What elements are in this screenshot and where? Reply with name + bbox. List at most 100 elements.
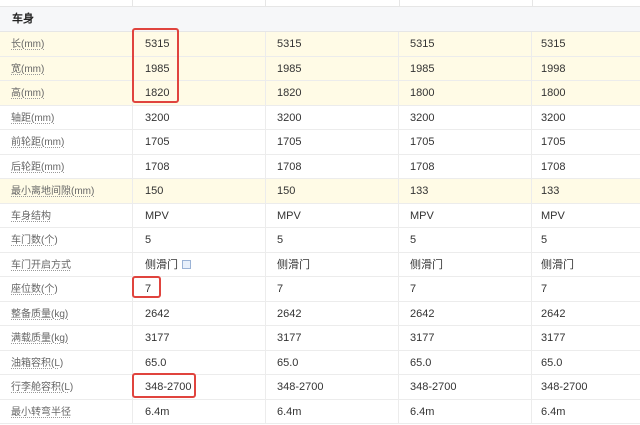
value-cell: 65.0 xyxy=(532,351,640,375)
row-label-cell: 行李舱容积(L) xyxy=(0,375,133,399)
spec-label-link[interactable]: 最小转弯半径 xyxy=(11,407,71,418)
value-cell: 1705 xyxy=(266,130,399,154)
value-cell: 348-2700 xyxy=(399,375,532,399)
row-label-cell: 宽(mm) xyxy=(0,56,133,80)
spec-label-link[interactable]: 整备质量(kg) xyxy=(11,309,68,320)
value-cell: 2642 xyxy=(399,301,532,325)
spec-value: 6.4m xyxy=(277,405,302,418)
value-cell: 133 xyxy=(532,179,640,203)
value-cell: 1985 xyxy=(399,56,532,80)
value-cell: 7 xyxy=(532,277,640,301)
spec-value: 133 xyxy=(410,185,429,197)
spec-value: 1800 xyxy=(410,87,435,99)
value-cell: 侧滑门 xyxy=(532,253,640,277)
row-label-cell: 最小离地间隙(mm) xyxy=(0,179,133,203)
value-cell: MPV xyxy=(266,203,399,227)
spec-label-link[interactable]: 行李舱容积(L) xyxy=(11,382,73,393)
value-cell: 3177 xyxy=(399,326,532,350)
info-icon[interactable] xyxy=(182,260,191,270)
spec-label-link[interactable]: 前轮距(mm) xyxy=(11,137,64,148)
value-cell: 5 xyxy=(266,228,399,252)
spec-label-link[interactable]: 最小离地间隙(mm) xyxy=(11,186,94,197)
spec-value: 65.0 xyxy=(410,356,432,369)
spec-value: 6.4m xyxy=(410,405,435,418)
spec-label-link[interactable]: 车门开启方式 xyxy=(11,260,71,271)
spec-value: 1800 xyxy=(541,87,566,99)
value-cell: 1985 xyxy=(266,56,399,80)
spec-label-link[interactable]: 高(mm) xyxy=(11,88,44,99)
value-cell: 1708 xyxy=(133,154,266,178)
spec-label-link[interactable]: 宽(mm) xyxy=(11,64,44,75)
value-cell: 5315 xyxy=(133,32,266,56)
spec-value: 1985 xyxy=(145,62,170,75)
value-cell: 1985 xyxy=(133,56,266,80)
spec-label-link[interactable]: 车身结构 xyxy=(11,211,51,222)
row-label-cell: 车门数(个) xyxy=(0,228,133,252)
table-row: 油箱容积(L) 65.0 65.0 65.0 65.0 xyxy=(0,350,640,375)
value-cell: 2642 xyxy=(133,301,266,325)
value-cell: 1705 xyxy=(133,130,266,154)
spec-label-link[interactable]: 车门数(个) xyxy=(11,235,58,246)
spec-value: 5 xyxy=(145,234,152,246)
value-cell: 133 xyxy=(399,179,532,203)
spec-value: 2642 xyxy=(277,307,302,320)
row-label-cell: 满载质量(kg) xyxy=(0,326,133,350)
row-label-cell: 后轮距(mm) xyxy=(0,154,133,178)
value-cell: 6.4m xyxy=(532,400,640,424)
table-row: 长(mm) 5315 5315 5315 5315 xyxy=(0,32,640,57)
value-cell: 1998 xyxy=(532,57,640,81)
table-row: 车门数(个) 5 5 5 5 xyxy=(0,228,640,253)
value-cell: 5315 xyxy=(266,32,399,56)
spec-value: 1708 xyxy=(410,160,435,173)
value-cell: 7 xyxy=(399,277,532,301)
value-cell: 5 xyxy=(532,228,640,252)
spec-value: 侧滑门 xyxy=(145,258,178,271)
spec-label-link[interactable]: 油箱容积(L) xyxy=(11,358,63,369)
value-cell: 348-2700 xyxy=(532,375,640,399)
spec-value: 侧滑门 xyxy=(541,258,574,271)
spec-value: 1985 xyxy=(410,62,435,75)
value-cell: 侧滑门 xyxy=(266,252,399,276)
spec-value: 5 xyxy=(541,234,548,246)
spec-value: 1705 xyxy=(145,136,170,148)
spec-value: 1705 xyxy=(541,136,566,148)
value-cell: 150 xyxy=(133,179,266,203)
table-row: 后轮距(mm) 1708 1708 1708 1708 xyxy=(0,154,640,179)
table-row: 最小转弯半径 6.4m 6.4m 6.4m 6.4m xyxy=(0,399,640,424)
value-cell: 侧滑门 xyxy=(399,252,532,276)
value-cell: 1800 xyxy=(532,81,640,105)
spec-value: MPV xyxy=(277,209,301,222)
value-cell: 348-2700 xyxy=(266,375,399,399)
spec-value: 1998 xyxy=(541,62,566,75)
value-cell: 1705 xyxy=(399,130,532,154)
row-label-cell: 车身结构 xyxy=(0,203,133,227)
spec-value: 2642 xyxy=(410,307,435,320)
table-row: 轴距(mm) 3200 3200 3200 3200 xyxy=(0,105,640,130)
table-row: 满载质量(kg) 3177 3177 3177 3177 xyxy=(0,326,640,351)
spec-value: 3200 xyxy=(410,111,435,124)
spec-value: 5315 xyxy=(145,38,170,50)
spec-value: 3200 xyxy=(541,111,566,124)
value-cell: 348-2700 xyxy=(133,375,266,399)
spec-label-link[interactable]: 长(mm) xyxy=(11,39,44,50)
spec-label-link[interactable]: 后轮距(mm) xyxy=(11,162,64,173)
value-cell: 3177 xyxy=(133,326,266,350)
value-cell: 1708 xyxy=(399,154,532,178)
spec-value: 5315 xyxy=(277,38,302,50)
top-header-strip xyxy=(0,0,640,7)
value-cell: 1708 xyxy=(266,154,399,178)
spec-label-link[interactable]: 轴距(mm) xyxy=(11,113,54,124)
spec-value: 5315 xyxy=(541,38,566,50)
value-cell: 5315 xyxy=(399,32,532,56)
value-cell: 150 xyxy=(266,179,399,203)
value-cell: 3200 xyxy=(399,105,532,129)
table-row: 座位数(个) 7 7 7 7 xyxy=(0,277,640,302)
table-row: 宽(mm) 1985 1985 1985 1998 xyxy=(0,56,640,81)
spec-value: 6.4m xyxy=(541,405,566,418)
table-row: 前轮距(mm) 1705 1705 1705 1705 xyxy=(0,130,640,155)
spec-value: 348-2700 xyxy=(277,381,324,393)
row-label-cell: 最小转弯半径 xyxy=(0,399,133,423)
spec-label-link[interactable]: 满载质量(kg) xyxy=(11,333,68,344)
value-cell: 3177 xyxy=(266,326,399,350)
spec-label-link[interactable]: 座位数(个) xyxy=(11,284,58,295)
